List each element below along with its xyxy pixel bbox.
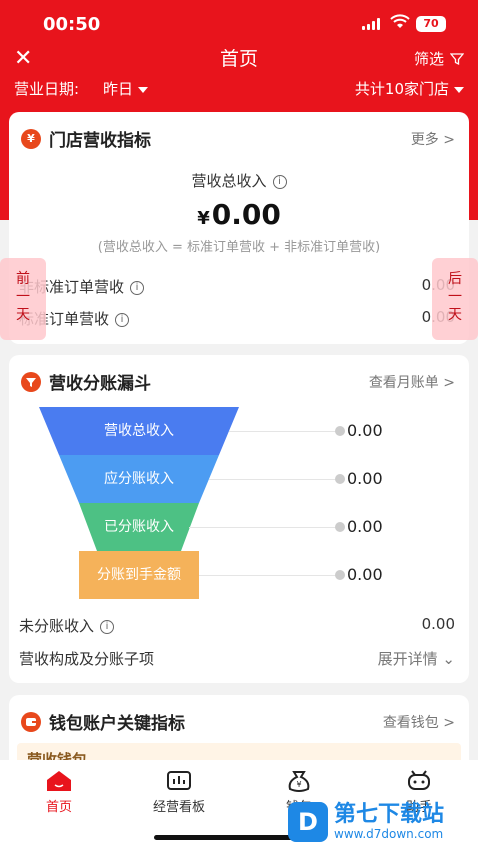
unsplit-value: 0.00	[421, 615, 455, 633]
funnel-stage-1: 营收总收入	[39, 407, 239, 455]
info-icon[interactable]: i	[272, 174, 287, 189]
stage-value: 0.00	[347, 421, 383, 440]
stage-value: 0.00	[347, 517, 383, 536]
leader-dot	[335, 522, 345, 532]
card-title: 门店营收指标	[49, 131, 151, 151]
composition-row: 营收构成及分账子项 展开详情 ⌄	[19, 648, 455, 669]
unsplit-label: 未分账收入	[19, 617, 95, 635]
store-selector[interactable]: 共计10家门店	[355, 78, 464, 99]
money-bag-icon: ¥	[288, 771, 310, 792]
status-bar: 00:50 70	[0, 0, 478, 48]
total-revenue-text: 营收总收入	[191, 172, 267, 190]
leader-dot	[335, 570, 345, 580]
leader-dot	[335, 474, 345, 484]
watermark: D 第七下载站 www.d7down.com	[288, 802, 444, 842]
info-icon[interactable]: i	[100, 619, 115, 634]
leader-line	[209, 479, 339, 480]
card-header: ¥ 门店营收指标	[21, 126, 151, 151]
status-time: 00:50	[43, 14, 101, 35]
filter-label: 筛选	[413, 50, 444, 68]
stage-label: 分账到手金额	[97, 567, 181, 583]
card-title: 钱包账户关键指标	[49, 714, 185, 734]
total-revenue-value: ¥0.00	[9, 198, 469, 231]
revenue-formula: (营收总收入 = 标准订单营收 + 非标准订单营收)	[97, 240, 381, 255]
stage-value: 0.00	[347, 469, 383, 488]
chevron-down-icon: ⌄	[442, 650, 455, 668]
tab-label: 首页	[45, 800, 72, 815]
nav-bar: ✕ 首页 筛选	[0, 44, 478, 76]
next-day-tab[interactable]: 后一天	[432, 258, 478, 340]
watermark-url: www.d7down.com	[334, 827, 444, 841]
monthly-bill-link[interactable]: 查看月账单 >	[369, 372, 455, 392]
standard-revenue-row: 标准订单营收i 0.00	[19, 308, 455, 329]
signal-icon	[362, 18, 380, 30]
card-header: 营收分账漏斗	[21, 369, 151, 394]
date-selector[interactable]: 昨日	[103, 78, 149, 99]
leader-line	[229, 431, 339, 432]
next-day-label: 后一天	[448, 271, 462, 323]
total-revenue-number: 0.00	[211, 198, 281, 231]
sub-bar: 营业日期: 昨日 共计10家门店	[0, 78, 478, 102]
filter-button[interactable]: 筛选	[414, 48, 464, 69]
card-title: 营收分账漏斗	[49, 374, 151, 394]
prev-day-label: 前一天	[16, 271, 30, 323]
currency-symbol: ¥	[197, 208, 210, 229]
expand-label: 展开详情	[377, 650, 438, 668]
tab-home[interactable]: 首页	[14, 768, 104, 815]
yuan-icon: ¥	[21, 128, 41, 149]
watermark-logo: D	[288, 802, 328, 842]
home-icon	[47, 771, 71, 791]
leader-dot	[335, 426, 345, 436]
svg-text:¥: ¥	[296, 780, 301, 789]
info-icon[interactable]: i	[115, 312, 130, 327]
tab-label: 经营看板	[152, 800, 205, 815]
nonstandard-revenue-row: 非标准订单营收i 0.00	[19, 276, 455, 297]
dashboard-icon	[167, 771, 191, 790]
wifi-icon	[390, 14, 410, 28]
view-wallet-link[interactable]: 查看钱包 >	[383, 712, 455, 732]
stage-label: 已分账收入	[104, 519, 174, 535]
robot-icon	[408, 770, 430, 790]
funnel-badge-icon	[21, 371, 41, 392]
watermark-name: 第七下载站	[334, 802, 445, 827]
watermark-text: 第七下载站 www.d7down.com	[334, 802, 445, 842]
stage-label: 营收总收入	[104, 423, 174, 439]
caret-down-icon	[454, 86, 464, 93]
leader-line	[189, 527, 339, 528]
caret-down-icon	[138, 86, 149, 93]
unsplit-revenue-row: 未分账收入 i 0.00	[19, 615, 455, 636]
composition-label: 营收构成及分账子项	[19, 650, 155, 668]
more-link[interactable]: 更多 >	[411, 129, 455, 149]
card-header: 钱包账户关键指标	[21, 709, 185, 734]
page-title: 首页	[219, 48, 258, 70]
info-icon[interactable]: i	[130, 280, 145, 295]
stage-value: 0.00	[347, 565, 383, 584]
leader-line	[199, 575, 339, 576]
funnel-chart: 营收总收入 应分账收入 已分账收入 分账到手金额 0.00 0.00 0.00 …	[39, 407, 449, 607]
split-funnel-card: 营收分账漏斗 查看月账单 > 营收总收入 应分账收入 已分账收入 分账到手金额 …	[9, 355, 469, 683]
date-label: 营业日期:	[14, 80, 80, 98]
expand-details-button[interactable]: 展开详情 ⌄	[378, 648, 455, 669]
stage-label: 应分账收入	[104, 471, 174, 487]
total-revenue-label: 营收总收入 i	[9, 170, 469, 191]
date-value: 昨日	[103, 80, 134, 98]
prev-day-tab[interactable]: 前一天	[0, 258, 46, 340]
battery-icon: 70	[416, 16, 446, 32]
store-count: 共计10家门店	[354, 80, 449, 98]
funnel-icon	[450, 52, 464, 65]
wallet-icon	[21, 711, 41, 732]
store-revenue-card: ¥ 门店营收指标 更多 > 营收总收入 i ¥0.00 (营收总收入 = 标准订单…	[9, 112, 469, 344]
tab-dashboard[interactable]: 经营看板	[134, 768, 224, 815]
